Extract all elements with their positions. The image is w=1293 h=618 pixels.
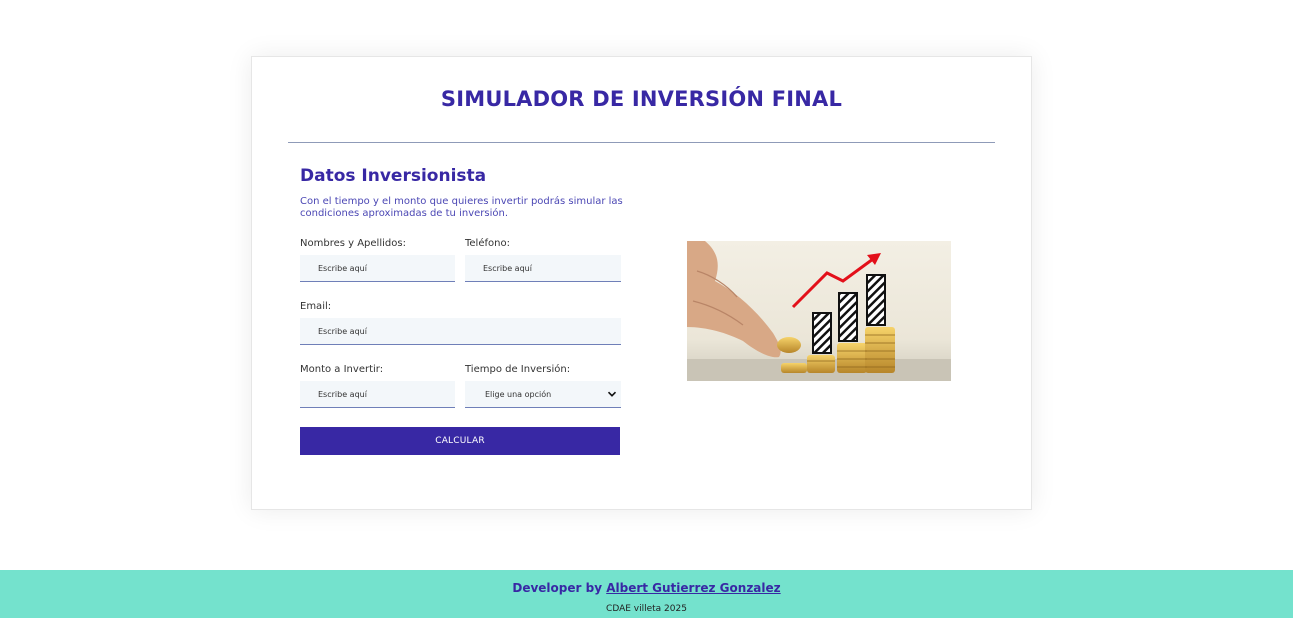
section-title: Datos Inversionista bbox=[300, 166, 487, 186]
email-input[interactable] bbox=[300, 318, 621, 345]
calculate-button[interactable]: CALCULAR bbox=[300, 427, 620, 455]
phone-input[interactable] bbox=[465, 255, 621, 282]
footer: Developer by Albert Gutierrez Gonzalez C… bbox=[0, 570, 1293, 618]
developer-link[interactable]: Albert Gutierrez Gonzalez bbox=[606, 581, 780, 595]
developer-prefix: Developer by bbox=[512, 581, 603, 595]
name-label: Nombres y Apellidos: bbox=[300, 238, 406, 249]
phone-label: Teléfono: bbox=[465, 238, 510, 249]
time-label: Tiempo de Inversión: bbox=[465, 364, 571, 375]
name-input[interactable] bbox=[300, 255, 455, 282]
section-description: Con el tiempo y el monto que quieres inv… bbox=[300, 196, 623, 219]
org-line: CDAE villeta 2025 bbox=[606, 604, 687, 614]
chevron-down-icon bbox=[607, 389, 617, 399]
amount-label: Monto a Invertir: bbox=[300, 364, 384, 375]
time-select[interactable]: Elige una opción bbox=[465, 381, 621, 408]
time-select-value: Elige una opción bbox=[485, 389, 552, 399]
investment-growth-image bbox=[687, 241, 951, 381]
email-label: Email: bbox=[300, 301, 332, 312]
simulator-card: SIMULADOR DE INVERSIÓN FINAL Datos Inver… bbox=[251, 56, 1032, 510]
title-divider bbox=[288, 142, 995, 143]
developer-credit: Developer by Albert Gutierrez Gonzalez bbox=[0, 581, 1293, 595]
amount-input[interactable] bbox=[300, 381, 455, 408]
page-title: SIMULADOR DE INVERSIÓN FINAL bbox=[440, 87, 843, 111]
